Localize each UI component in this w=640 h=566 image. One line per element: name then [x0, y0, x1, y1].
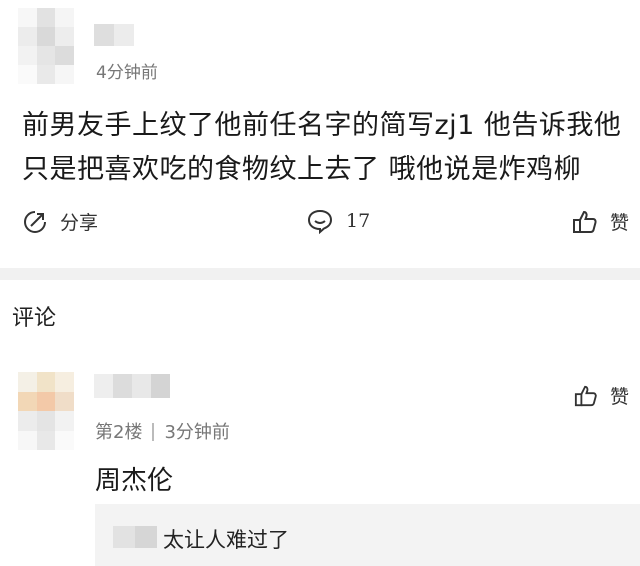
- comment-like-button[interactable]: 赞: [574, 382, 629, 409]
- comment-count-button[interactable]: 17: [306, 208, 370, 234]
- post-time: 4分钟前: [96, 63, 158, 83]
- comments-title: 评论: [12, 306, 57, 331]
- comment-username-blurred[interactable]: [94, 374, 170, 398]
- comment-floor: 第2楼: [95, 422, 143, 443]
- share-label: 分享: [60, 212, 99, 234]
- like-button[interactable]: 赞: [572, 208, 629, 235]
- reply-text: 太让人难过了: [163, 528, 289, 552]
- comment-like-label: 赞: [610, 386, 630, 408]
- comment-icon: [307, 209, 333, 234]
- meta-separator: [152, 423, 155, 441]
- post-text: 前男友手上纹了他前任名字的简写zj1 他告诉我他只是把喜欢吃的食物纹上去了 哦他…: [22, 110, 622, 185]
- post-avatar[interactable]: [18, 8, 74, 84]
- like-label: 赞: [610, 212, 630, 234]
- comment-avatar[interactable]: [18, 372, 74, 450]
- comment-time: 3分钟前: [164, 422, 230, 443]
- comment-count: 17: [346, 210, 371, 232]
- comment-meta: 第2楼 3分钟前: [95, 418, 230, 444]
- share-button[interactable]: 分享: [22, 208, 98, 235]
- section-divider: [0, 268, 640, 280]
- post-username-blurred[interactable]: [94, 24, 134, 46]
- reply-username-blurred[interactable]: [113, 526, 157, 548]
- comment-text: 周杰伦: [95, 466, 174, 496]
- thumbs-up-icon: [574, 385, 597, 406]
- share-icon: [24, 210, 46, 233]
- thumbs-up-icon: [573, 210, 597, 233]
